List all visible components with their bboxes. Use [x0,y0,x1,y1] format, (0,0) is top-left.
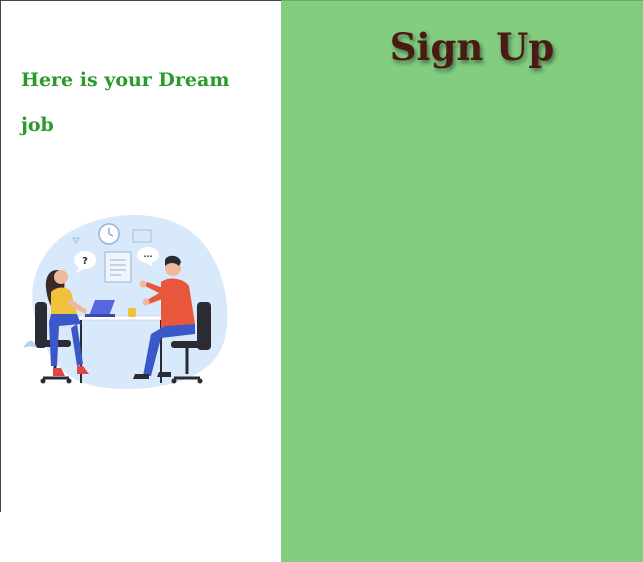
mug-icon [128,308,136,317]
job-interview-illustration: ? ... [23,214,228,390]
plant-icon [23,340,37,348]
page: Here is your Dream job ? ... Sign Up [0,0,643,562]
left-panel: Here is your Dream job ? ... [0,0,281,562]
question-bubble-text: ? [82,256,88,267]
dots-bubble-text: ... [143,250,152,259]
wall-clock-icon [98,223,120,245]
hero-tagline: Here is your Dream job [21,69,230,136]
document-icon [104,251,132,283]
signup-title: Sign Up [389,25,555,69]
right-panel: Sign Up [281,0,643,562]
